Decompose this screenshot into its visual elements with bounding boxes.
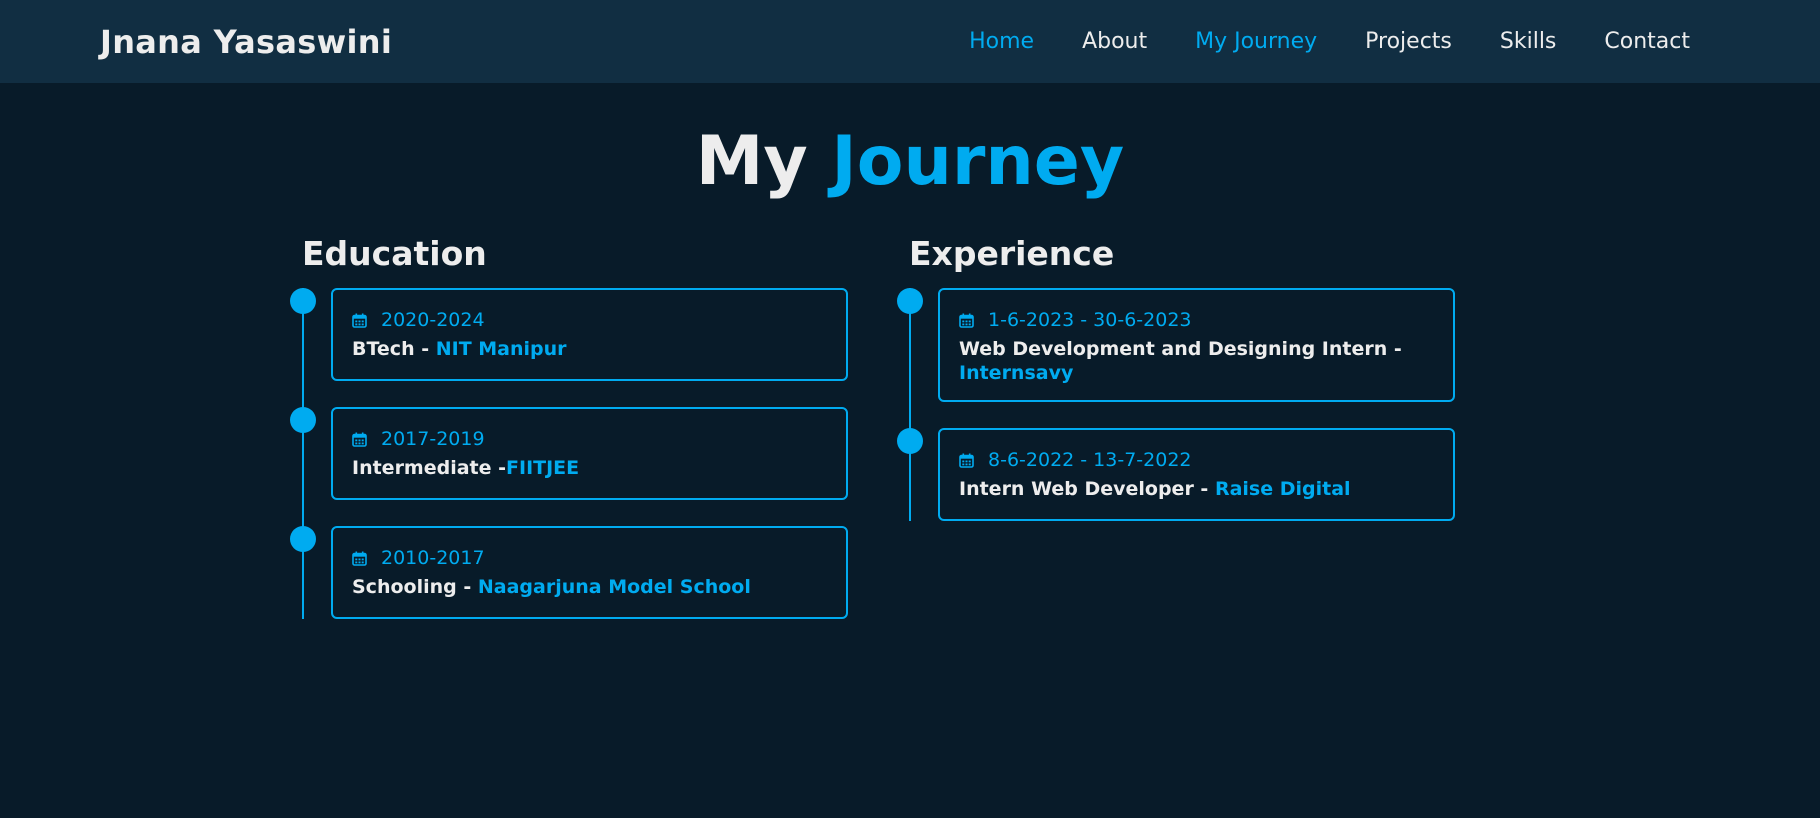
nav-link-about[interactable]: About <box>1082 29 1147 54</box>
education-card: 2017-2019 Intermediate -FIITJEE <box>331 407 848 500</box>
timeline-dot <box>290 407 316 433</box>
calendar-icon <box>352 313 367 328</box>
card-date-row: 1-6-2023 - 30-6-2023 <box>959 307 1434 333</box>
calendar-icon <box>959 313 974 328</box>
experience-section: Experience 1-6-2023 - 30-6-2023 Web Deve… <box>897 232 1455 521</box>
card-date-row: 2017-2019 <box>352 426 827 452</box>
card-date: 2010-2017 <box>381 547 485 569</box>
site-logo[interactable]: Jnana Yasaswini <box>100 23 392 61</box>
card-date: 1-6-2023 - 30-6-2023 <box>988 309 1192 331</box>
nav-link-my-journey[interactable]: My Journey <box>1195 29 1317 54</box>
card-date-row: 2020-2024 <box>352 307 827 333</box>
card-date-row: 8-6-2022 - 13-7-2022 <box>959 447 1434 473</box>
calendar-icon <box>959 453 974 468</box>
card-title: BTech - <box>352 338 436 360</box>
timeline-dot <box>897 288 923 314</box>
education-card: 2020-2024 BTech - NIT Manipur <box>331 288 848 381</box>
card-title: Intern Web Developer - <box>959 478 1215 500</box>
timeline-dot <box>290 288 316 314</box>
experience-card: 8-6-2022 - 13-7-2022 Intern Web Develope… <box>938 428 1455 521</box>
timeline-item: 2020-2024 BTech - NIT Manipur <box>290 288 848 381</box>
card-heading: Intermediate -FIITJEE <box>352 456 827 480</box>
card-org: Raise Digital <box>1214 478 1351 500</box>
nav-link-home[interactable]: Home <box>969 29 1034 54</box>
card-org: Naagarjuna Model School <box>477 576 751 598</box>
page-title-prefix: My <box>695 122 808 201</box>
timeline-item: 8-6-2022 - 13-7-2022 Intern Web Develope… <box>897 428 1455 521</box>
card-title: Intermediate - <box>352 457 507 479</box>
card-heading: Web Development and Designing Intern - I… <box>959 337 1434 385</box>
education-heading: Education <box>302 234 487 273</box>
calendar-icon <box>352 551 367 566</box>
timeline-item: 2017-2019 Intermediate -FIITJEE <box>290 407 848 500</box>
nav-link-contact[interactable]: Contact <box>1604 29 1690 54</box>
main-nav: Home About My Journey Projects Skills Co… <box>921 29 1690 54</box>
timeline-dot <box>897 428 923 454</box>
card-date: 8-6-2022 - 13-7-2022 <box>988 449 1192 471</box>
timeline-item: 1-6-2023 - 30-6-2023 Web Development and… <box>897 288 1455 402</box>
nav-link-skills[interactable]: Skills <box>1500 29 1557 54</box>
education-card: 2010-2017 Schooling - Naagarjuna Model S… <box>331 526 848 619</box>
card-heading: Intern Web Developer - Raise Digital <box>959 477 1434 501</box>
page-title: My Journey <box>0 122 1820 201</box>
calendar-icon <box>352 432 367 447</box>
education-section: Education 2020-2024 BTech - NIT Manipur … <box>290 232 848 619</box>
nav-link-projects[interactable]: Projects <box>1365 29 1452 54</box>
page-title-accent: Journey <box>831 122 1125 201</box>
card-date: 2017-2019 <box>381 428 485 450</box>
education-timeline: 2020-2024 BTech - NIT Manipur 2017-2019 … <box>290 288 848 619</box>
card-title: Schooling - <box>352 576 478 598</box>
card-heading: Schooling - Naagarjuna Model School <box>352 575 827 599</box>
card-title: Web Development and Designing Intern - <box>959 338 1402 360</box>
card-org: FIITJEE <box>506 457 580 479</box>
experience-timeline: 1-6-2023 - 30-6-2023 Web Development and… <box>897 288 1455 521</box>
card-org: Internsavy <box>959 362 1074 384</box>
card-heading: BTech - NIT Manipur <box>352 337 827 361</box>
experience-card: 1-6-2023 - 30-6-2023 Web Development and… <box>938 288 1455 402</box>
card-date: 2020-2024 <box>381 309 485 331</box>
experience-heading: Experience <box>909 234 1115 273</box>
timeline-dot <box>290 526 316 552</box>
timeline-item: 2010-2017 Schooling - Naagarjuna Model S… <box>290 526 848 619</box>
site-header: Jnana Yasaswini Home About My Journey Pr… <box>0 0 1820 83</box>
card-date-row: 2010-2017 <box>352 545 827 571</box>
card-org: NIT Manipur <box>435 338 567 360</box>
